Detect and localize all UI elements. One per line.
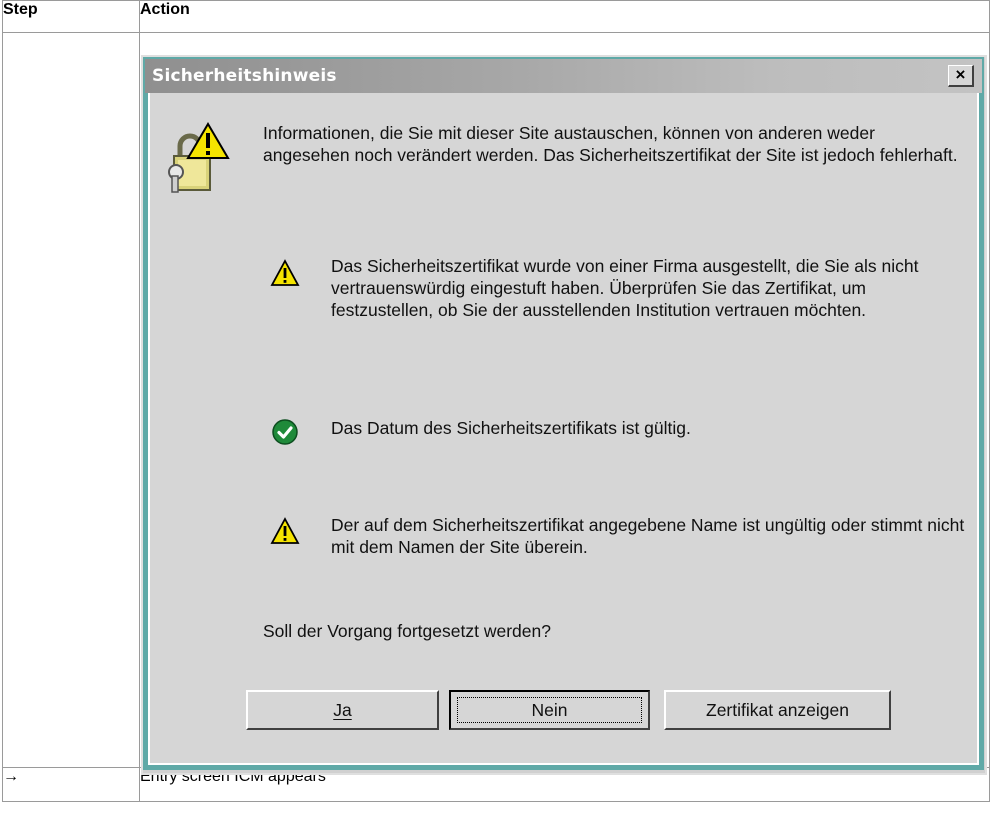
yes-button-label: Ja — [333, 700, 352, 720]
table-header-row: Step Action — [2, 0, 990, 33]
header-action: Action — [139, 0, 990, 33]
continue-question: Soll der Vorgang fortgesetzt werden? — [263, 621, 551, 641]
dialog-titlebar[interactable]: Sicherheitshinweis × — [145, 59, 982, 93]
header-step: Step — [2, 0, 140, 33]
dialog-title: Sicherheitshinweis — [152, 66, 337, 86]
main-message: Informationen, die Sie mit dieser Site a… — [263, 123, 958, 165]
warning-name-mismatch: Der auf dem Sicherheitszertifikat angege… — [331, 515, 965, 557]
dialog-body — [150, 64, 977, 763]
warning-icon — [270, 259, 300, 287]
check-icon — [271, 418, 299, 446]
warning-icon — [270, 517, 300, 545]
view-certificate-label: Zertifikat anzeigen — [706, 700, 849, 720]
footer-step-cell: → — [2, 767, 140, 802]
lock-warning-icon — [166, 118, 230, 198]
yes-button[interactable]: Ja — [246, 690, 439, 730]
no-button[interactable]: Nein — [449, 690, 650, 730]
close-button[interactable]: × — [948, 65, 974, 87]
step-cell — [2, 32, 140, 768]
warning-untrusted-issuer: Das Sicherheitszertifikat wurde von eine… — [331, 256, 919, 320]
view-certificate-button[interactable]: Zertifikat anzeigen — [664, 690, 891, 730]
close-icon: × — [955, 65, 966, 84]
info-date-valid: Das Datum des Sicherheitszertifikats ist… — [331, 418, 691, 438]
no-button-label: Nein — [531, 700, 568, 720]
